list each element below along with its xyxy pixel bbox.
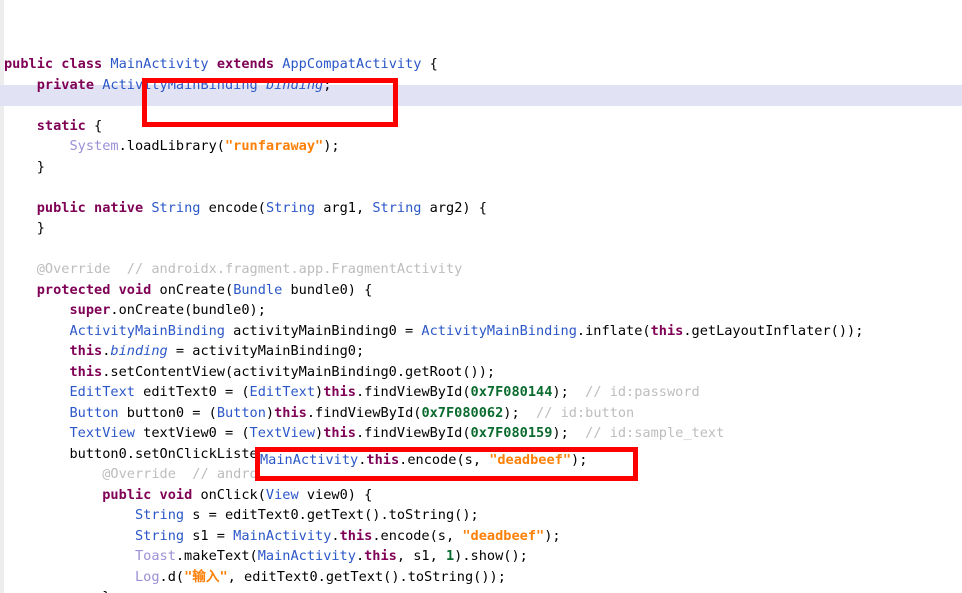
code-line-10 (4, 239, 962, 260)
code-line-26: Log.d("输入", editText0.getText().toString… (4, 567, 962, 588)
code-line-18: Button button0 = (Button)this.findViewBy… (4, 403, 962, 424)
code-line-24: String s1 = MainActivity.this.encode(s, … (4, 526, 962, 547)
annotation-box-loadlibrary (142, 78, 398, 127)
code-line-5: System.loadLibrary("runfaraway"); (4, 136, 962, 157)
code-line-6: } (4, 157, 962, 178)
code-line-25: Toast.makeText(MainActivity.this, s1, 1)… (4, 546, 962, 567)
code-line-11: @Override // androidx.fragment.app.Fragm… (4, 259, 962, 280)
code-line-13: super.onCreate(bundle0); (4, 300, 962, 321)
code-line-9: } (4, 218, 962, 239)
code-line-23: String s = editText0.getText().toString(… (4, 505, 962, 526)
code-line-16: this.setContentView(activityMainBinding0… (4, 362, 962, 383)
code-line-1: public class MainActivity extends AppCom… (4, 54, 962, 75)
code-line-22: public void onClick(View view0) { (4, 485, 962, 506)
code-line-19: TextView textView0 = (TextView)this.find… (4, 423, 962, 444)
code-line-7 (4, 177, 962, 198)
annotation-box-encode-call-text: MainActivity.this.encode(s, "deadbeef"); (260, 450, 587, 471)
code-line-8: public native String encode(String arg1,… (4, 198, 962, 219)
code-line-15: this.binding = activityMainBinding0; (4, 341, 962, 362)
code-editor-viewport: public class MainActivity extends AppCom… (0, 0, 962, 593)
code-line-27: } (4, 587, 962, 593)
code-line-12: protected void onCreate(Bundle bundle0) … (4, 280, 962, 301)
code-line-14: ActivityMainBinding activityMainBinding0… (4, 321, 962, 342)
code-line-17: EditText editText0 = (EditText)this.find… (4, 382, 962, 403)
